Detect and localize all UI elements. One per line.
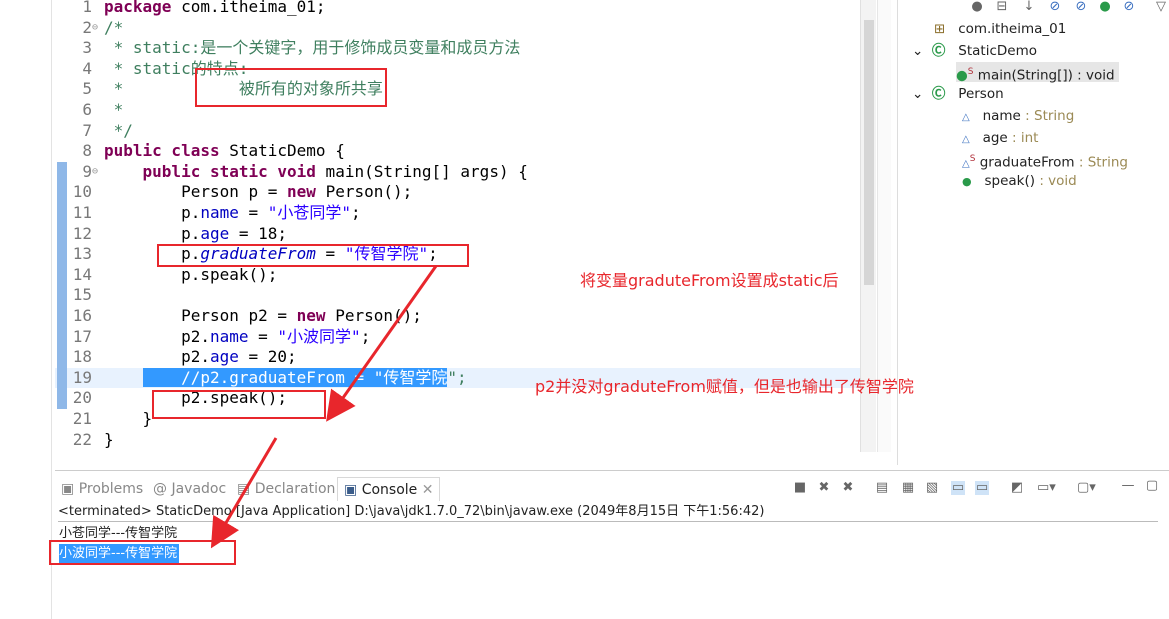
arrow xyxy=(210,437,278,549)
arrow xyxy=(326,265,438,422)
annotation-arrows xyxy=(210,265,438,549)
